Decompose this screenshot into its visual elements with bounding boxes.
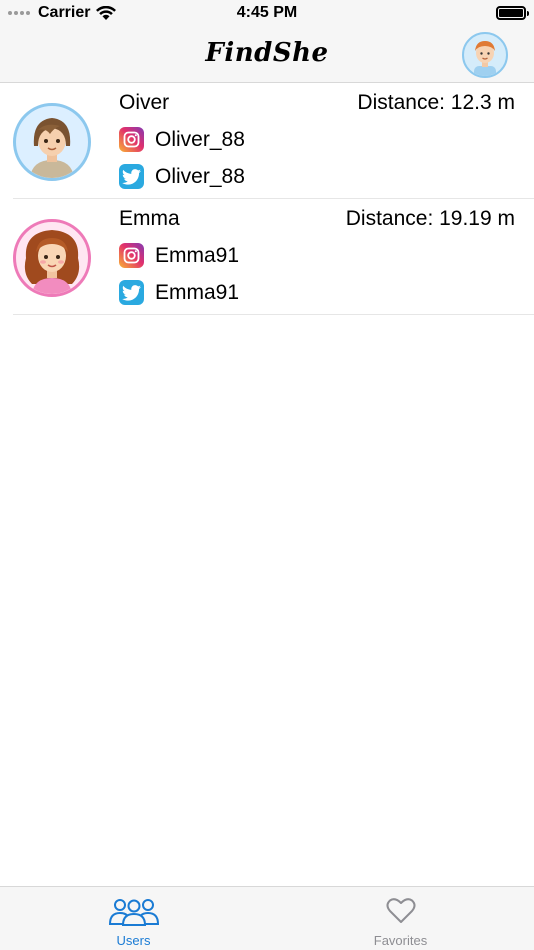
user-avatar-icon [474,41,496,76]
twitter-icon [119,280,144,305]
user-distance: Distance: 12.3 m [357,91,515,114]
tab-favorites[interactable]: Favorites [267,887,534,950]
user-avatar [13,219,91,297]
male-avatar-icon [30,118,74,178]
status-time: 4:45 PM [236,4,298,21]
female-avatar-icon [24,230,80,294]
tab-users-label: Users [116,933,151,948]
status-bar: Carrier 4:45 PM [0,0,534,28]
profile-avatar-button[interactable] [462,32,508,78]
nav-bar: FindShe [0,28,534,83]
instagram-link[interactable]: Emma91 [119,243,239,268]
twitter-handle: Emma91 [155,280,240,304]
tab-users[interactable]: Users [0,887,267,950]
user-row[interactable]: Oiver Distance: 12.3 m Oliver_88 Oliver_… [0,83,534,199]
user-distance: Distance: 19.19 m [345,207,515,230]
user-name: Emma [119,207,180,230]
app-title: FindShe [205,38,329,68]
instagram-handle: Emma91 [155,243,240,267]
tab-favorites-label: Favorites [373,933,428,948]
row-divider [13,314,534,315]
twitter-link[interactable]: Emma91 [119,280,239,305]
twitter-icon [119,164,144,189]
tab-bar: Users Favorites [0,886,534,950]
twitter-handle: Oliver_88 [155,164,245,188]
users-icon [108,899,159,926]
instagram-icon [119,243,144,268]
user-avatar [13,103,91,181]
user-row[interactable]: Emma Distance: 19.19 m Emma91 Emma91 [0,199,534,315]
instagram-link[interactable]: Oliver_88 [119,127,245,152]
twitter-link[interactable]: Oliver_88 [119,164,245,189]
instagram-handle: Oliver_88 [155,127,245,151]
heart-icon [386,898,415,923]
instagram-icon [119,127,144,152]
user-name: Oiver [119,91,170,114]
battery-icon [496,6,529,20]
